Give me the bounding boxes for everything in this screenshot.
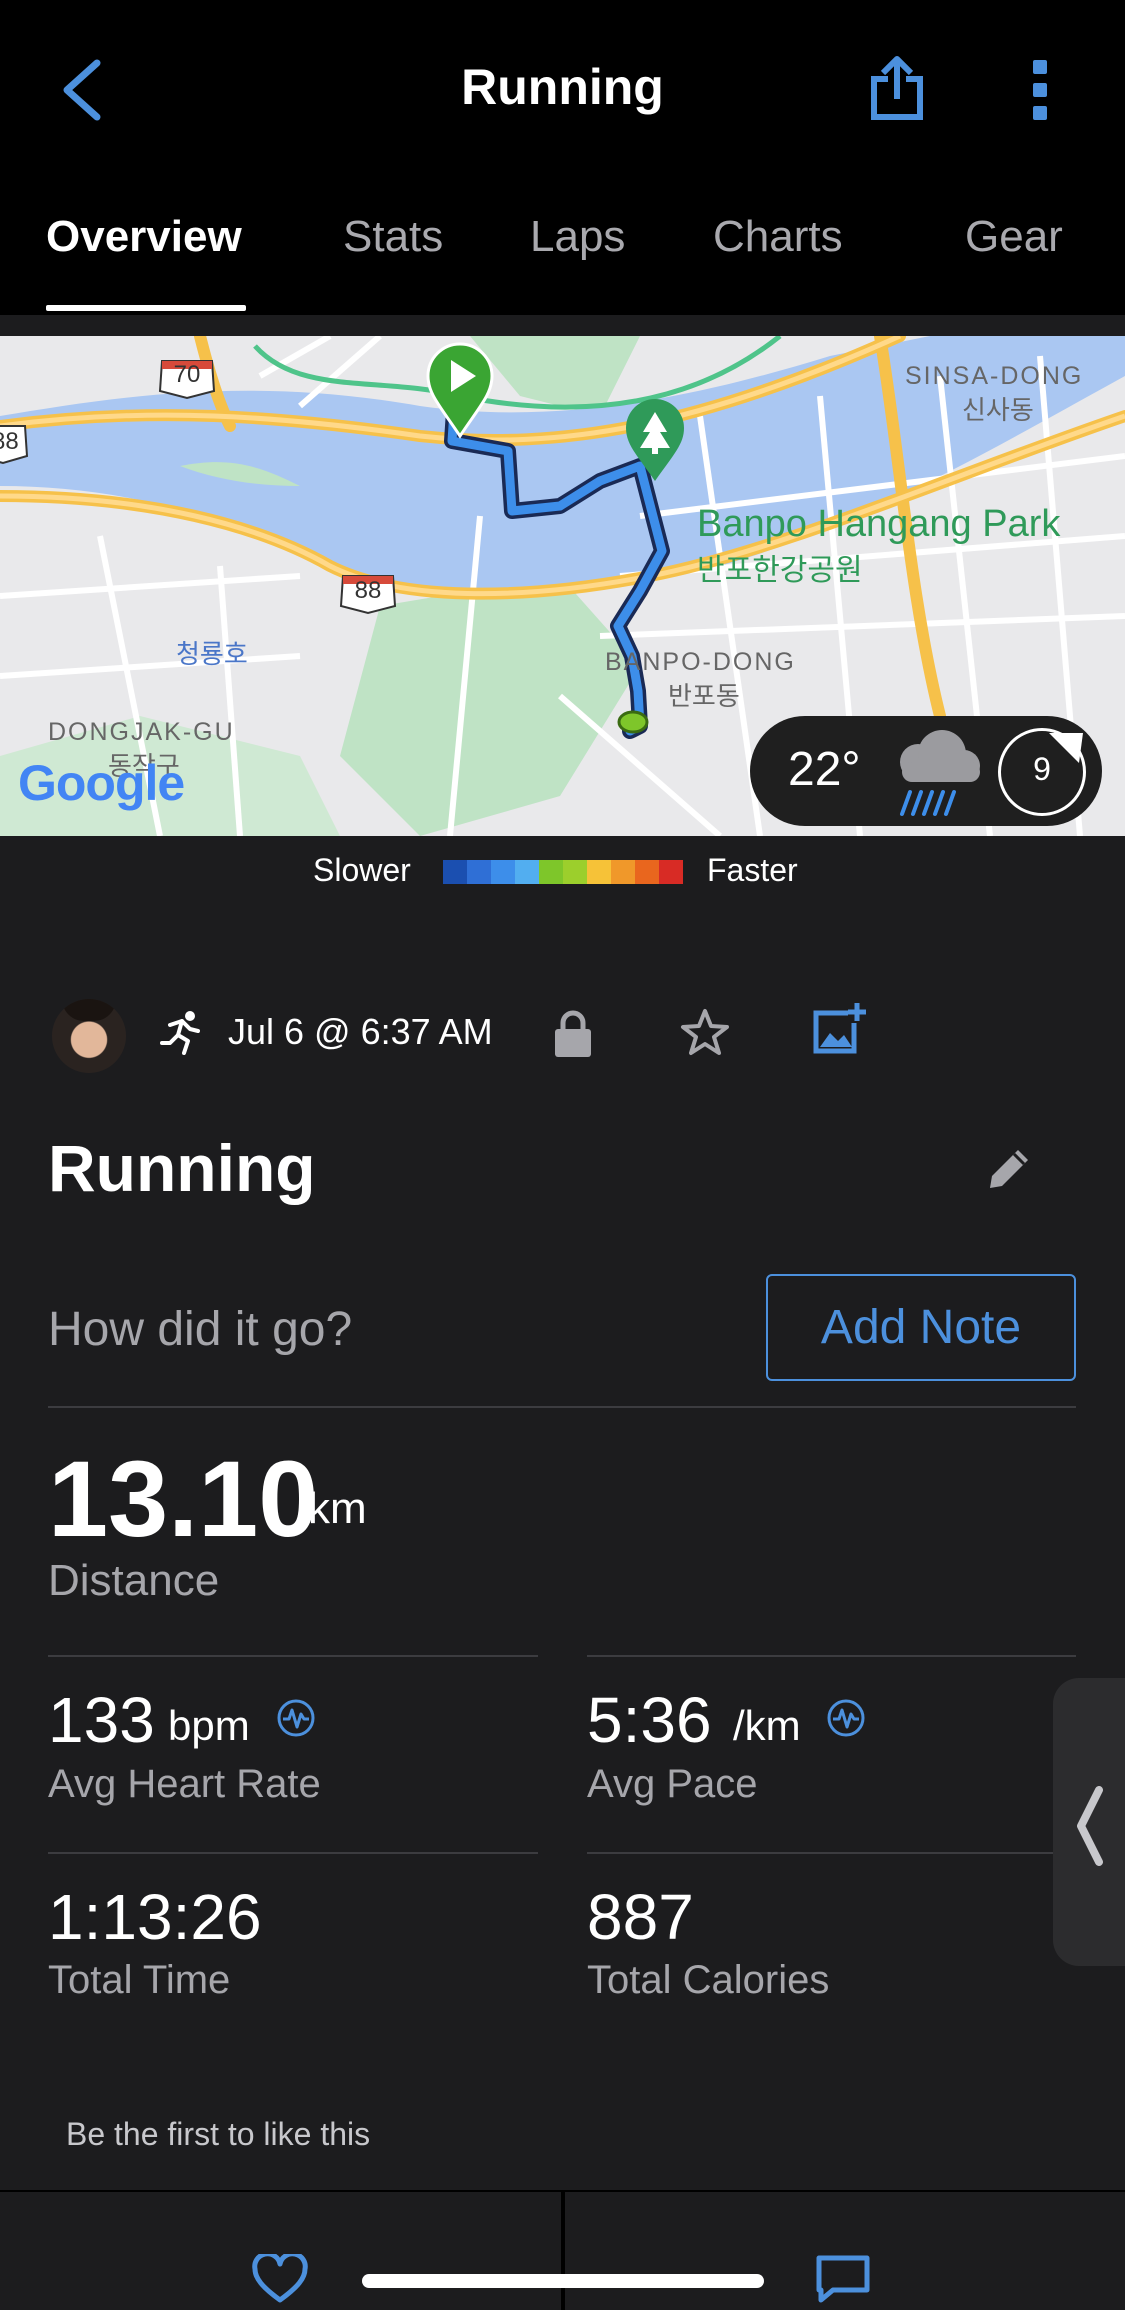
legend-slower-label: Slower: [313, 852, 411, 888]
route-map[interactable]: 70 88 88 SINSA-DONG 신사동 Banpo Hangang Pa…: [0, 336, 1125, 836]
legend-color-segment: [443, 860, 467, 884]
share-icon[interactable]: [868, 55, 926, 121]
legend-color-bar: [443, 860, 683, 884]
bottom-action-bar: [0, 2190, 1125, 2310]
calories-label: Total Calories: [587, 1958, 830, 2002]
legend-color-segment: [587, 860, 611, 884]
legend-color-segment: [659, 860, 683, 884]
side-panel-handle[interactable]: [1053, 1678, 1125, 1966]
route-88-left-label: 88: [0, 428, 19, 455]
running-icon: [160, 1011, 200, 1055]
route-70-label: 70: [173, 361, 201, 388]
activity-date: Jul 6 @ 6:37 AM: [228, 1011, 493, 1052]
page-title: Running: [461, 59, 664, 115]
map-label-banpo-en: BANPO-DONG: [605, 648, 796, 676]
legend-color-segment: [467, 860, 491, 884]
tab-gear[interactable]: Gear: [965, 212, 1063, 262]
activity-title: Running: [48, 1131, 316, 1205]
map-label-park-en: Banpo Hangang Park: [697, 503, 1061, 545]
pace-label: Avg Pace: [587, 1762, 758, 1806]
weather-badge: 22° 9: [750, 716, 1102, 826]
add-photo-icon[interactable]: [812, 1001, 866, 1055]
rain-cloud-icon: [900, 730, 980, 816]
total-time-value: 1:13:26: [48, 1881, 262, 1953]
pencil-icon[interactable]: [988, 1146, 1032, 1190]
heart-rate-label: Avg Heart Rate: [48, 1762, 321, 1806]
legend-color-segment: [635, 860, 659, 884]
tab-charts[interactable]: Charts: [713, 212, 843, 262]
tab-bar: Overview Stats Laps Charts Gear: [0, 200, 1125, 315]
note-prompt: How did it go?: [48, 1303, 353, 1356]
legend-faster-label: Faster: [707, 852, 798, 888]
pace-value: 5:36: [587, 1684, 712, 1756]
pace-unit: /km: [733, 1702, 801, 1749]
total-time-label: Total Time: [48, 1958, 231, 2002]
legend-color-segment: [491, 860, 515, 884]
header: Running Overview Stats Laps Charts Gear: [0, 0, 1125, 315]
map-label-dongjak-en: DONGJAK-GU: [48, 718, 235, 746]
legend-color-segment: [539, 860, 563, 884]
home-indicator: [362, 2274, 764, 2288]
active-tab-indicator: [46, 305, 246, 311]
activity-screen: Running Overview Stats Laps Charts Gear: [0, 0, 1125, 2310]
comment-icon[interactable]: [815, 2254, 871, 2304]
legend-color-segment: [611, 860, 635, 884]
distance-label: Distance: [48, 1556, 220, 1605]
calories-value: 887: [587, 1881, 694, 1953]
heart-rate-sensor-icon: [277, 1699, 315, 1737]
legend-color-segment: [515, 860, 539, 884]
map-label-banpo-kr: 반포동: [668, 681, 740, 711]
map-label-cheongryongho: 청룡호: [176, 639, 248, 669]
tab-overview[interactable]: Overview: [46, 212, 242, 262]
distance-unit: km: [308, 1484, 367, 1533]
bottom-divider: [561, 2192, 565, 2310]
map-label-sinsa-en: SINSA-DONG: [905, 362, 1084, 390]
star-icon[interactable]: [679, 1007, 731, 1059]
pace-legend: Slower Faster: [0, 852, 1125, 892]
google-logo: Google: [18, 755, 185, 811]
weather-temperature: 22°: [788, 743, 861, 796]
divider: [48, 1852, 538, 1854]
divider: [48, 1655, 538, 1657]
distance-value: 13.10: [48, 1438, 319, 1559]
tab-laps[interactable]: Laps: [530, 212, 625, 262]
heart-icon[interactable]: [252, 2254, 308, 2304]
legend-color-segment: [563, 860, 587, 884]
heart-rate-unit: bpm: [168, 1702, 250, 1749]
divider: [587, 1655, 1076, 1657]
heart-rate-sensor-icon: [827, 1699, 865, 1737]
heart-rate-value: 133: [48, 1684, 155, 1756]
wind-indicator: 9: [998, 728, 1086, 816]
map-label-sinsa-kr: 신사동: [962, 395, 1034, 425]
avatar[interactable]: [52, 999, 126, 1073]
route-88-label: 88: [354, 577, 382, 604]
lock-icon[interactable]: [553, 1009, 593, 1057]
more-vertical-icon[interactable]: [1030, 58, 1052, 122]
map-label-park-kr: 반포한강공원: [697, 554, 863, 587]
likes-text: Be the first to like this: [66, 2116, 371, 2152]
activity-meta-row: Jul 6 @ 6:37 AM: [0, 995, 1125, 1075]
add-note-button[interactable]: Add Note: [766, 1274, 1076, 1381]
tab-stats[interactable]: Stats: [343, 212, 443, 262]
chevron-left-icon: [1077, 1786, 1103, 1866]
divider: [587, 1852, 1076, 1854]
divider: [48, 1406, 1076, 1408]
wind-speed: 9: [1033, 751, 1051, 787]
